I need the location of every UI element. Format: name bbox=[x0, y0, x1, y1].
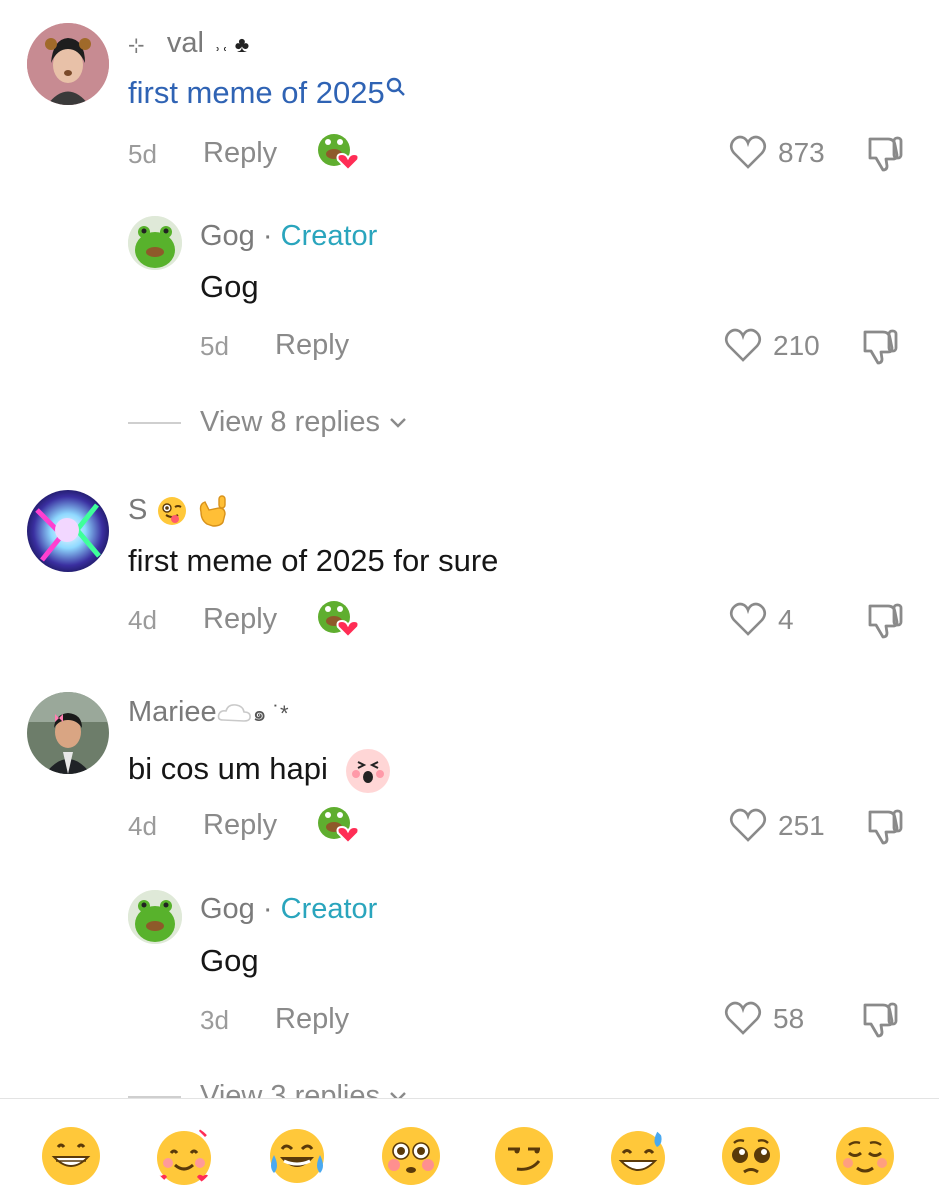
comment-author[interactable]: Gog · Creator bbox=[200, 220, 377, 253]
avatar[interactable] bbox=[128, 890, 182, 944]
heart-outline-icon[interactable] bbox=[729, 807, 767, 843]
comment-age: 5d bbox=[128, 139, 157, 169]
flushed-face-icon[interactable] bbox=[380, 1125, 442, 1187]
like-count: 251 bbox=[778, 810, 825, 841]
reply-button[interactable]: Reply bbox=[203, 603, 277, 636]
view-replies-label[interactable]: View 8 replies bbox=[200, 406, 408, 439]
avatar[interactable] bbox=[128, 216, 182, 270]
grinning-sweat-face-icon[interactable] bbox=[607, 1125, 669, 1187]
comment-text: Gog bbox=[200, 943, 259, 978]
dislike-icon[interactable] bbox=[864, 806, 904, 846]
comment-author[interactable]: S bbox=[128, 494, 229, 528]
like-count: 4 bbox=[778, 604, 794, 635]
author-prefix-glyph: ⊹ bbox=[128, 35, 145, 57]
view-replies-text: View 8 replies bbox=[200, 406, 381, 438]
cloud-icon bbox=[217, 704, 251, 723]
author-suffix: ๑ ˙* bbox=[252, 701, 289, 726]
avatar[interactable] bbox=[27, 23, 109, 105]
smiling-face-with-hearts-icon[interactable] bbox=[153, 1125, 215, 1187]
avatar[interactable] bbox=[27, 692, 109, 774]
like-count: 58 bbox=[773, 1003, 805, 1034]
avatar-image bbox=[128, 890, 182, 944]
comment-text-content: bi cos um hapi bbox=[128, 751, 328, 787]
comment-age: 4d bbox=[128, 811, 157, 841]
comment-text: Gog bbox=[200, 269, 259, 304]
pink-face-sticker-icon bbox=[345, 749, 390, 793]
comment-text: bi cos um hapi bbox=[128, 748, 391, 794]
creator-liked-icon bbox=[318, 134, 360, 172]
heart-outline-icon[interactable] bbox=[724, 1000, 762, 1036]
comment-text: first meme of 2025 bbox=[128, 75, 385, 110]
grinning-face-icon[interactable] bbox=[40, 1125, 102, 1187]
pleading-face-icon[interactable] bbox=[720, 1125, 782, 1187]
author-name: Gog bbox=[200, 220, 255, 252]
author-name: S bbox=[128, 494, 148, 526]
creator-badge: Creator bbox=[280, 893, 378, 925]
author-suffix: ˒˓ ♣ bbox=[213, 32, 250, 57]
creator-liked-icon bbox=[318, 807, 360, 845]
avatar-image bbox=[27, 23, 109, 105]
author-name: Mariee bbox=[128, 696, 217, 728]
comment-text-link[interactable]: first meme of 2025 bbox=[128, 75, 406, 111]
dislike-icon[interactable] bbox=[864, 600, 904, 640]
comment-text: first meme of 2025 for sure bbox=[128, 543, 499, 578]
divider bbox=[128, 422, 181, 424]
heart-outline-icon[interactable] bbox=[729, 134, 767, 170]
comment-age: 5d bbox=[200, 331, 229, 361]
avatar-image bbox=[27, 490, 109, 572]
tears-of-joy-face-icon[interactable] bbox=[266, 1125, 328, 1187]
avatar-image bbox=[27, 692, 109, 774]
comment-author[interactable]: Mariee ๑ ˙* bbox=[128, 696, 289, 731]
relieved-face-icon[interactable] bbox=[834, 1125, 896, 1187]
smirking-face-icon[interactable] bbox=[493, 1125, 555, 1187]
comment-age: 3d bbox=[200, 1005, 229, 1035]
avatar[interactable] bbox=[27, 490, 109, 572]
like-count: 873 bbox=[778, 137, 825, 168]
reply-button[interactable]: Reply bbox=[203, 137, 277, 170]
reply-button[interactable]: Reply bbox=[203, 809, 277, 842]
call-me-hand-emoji-icon bbox=[200, 495, 227, 528]
like-count: 210 bbox=[773, 330, 820, 361]
reply-button[interactable]: Reply bbox=[275, 1003, 349, 1036]
reply-button[interactable]: Reply bbox=[275, 329, 349, 362]
heart-outline-icon[interactable] bbox=[729, 601, 767, 637]
dislike-icon[interactable] bbox=[864, 133, 904, 173]
creator-liked-icon bbox=[318, 601, 360, 639]
chevron-down-icon bbox=[390, 418, 406, 429]
author-name: val bbox=[166, 27, 204, 59]
search-icon bbox=[386, 77, 405, 96]
dislike-icon[interactable] bbox=[859, 326, 899, 366]
separator: · bbox=[262, 220, 273, 252]
author-name: Gog bbox=[200, 893, 255, 925]
comment-age: 4d bbox=[128, 605, 157, 635]
creator-badge: Creator bbox=[280, 220, 378, 252]
quick-emoji-bar bbox=[0, 1098, 939, 1201]
comment-author[interactable]: ⊹ val ˒˓ ♣ bbox=[128, 27, 249, 60]
winking-tongue-emoji-icon bbox=[158, 497, 187, 526]
heart-outline-icon[interactable] bbox=[724, 327, 762, 363]
comment-author[interactable]: Gog · Creator bbox=[200, 893, 377, 926]
dislike-icon[interactable] bbox=[859, 999, 899, 1039]
avatar-image bbox=[128, 216, 182, 270]
separator: · bbox=[262, 893, 273, 925]
